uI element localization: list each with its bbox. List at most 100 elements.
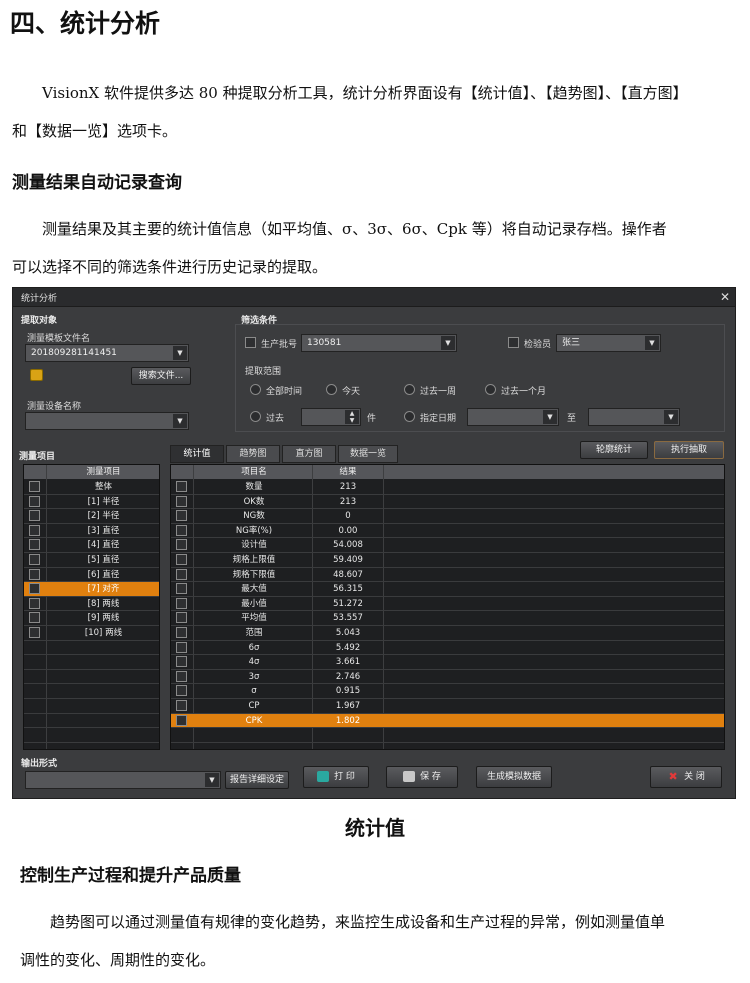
template-file-select[interactable]: 201809281141451 ▼ [25, 344, 189, 362]
chevron-down-icon[interactable]: ▼ [173, 414, 187, 428]
item-checkbox[interactable] [29, 627, 40, 638]
stat-checkbox[interactable] [176, 568, 187, 580]
print-button[interactable]: 打 印 [303, 766, 369, 788]
radio-specific-date[interactable] [404, 411, 415, 422]
stat-checkbox[interactable] [176, 597, 187, 609]
batch-select[interactable]: 130581 ▼ [301, 334, 457, 352]
output-format-select[interactable]: ▼ [25, 771, 221, 789]
close-button[interactable]: ✖ 关 闭 [650, 766, 722, 788]
stat-checkbox[interactable] [176, 670, 187, 682]
batch-checkbox[interactable] [245, 337, 256, 348]
save-button[interactable]: 保 存 [386, 766, 458, 788]
stat-checkbox[interactable] [176, 495, 187, 507]
tab-statistics[interactable]: 统计值 [170, 445, 224, 463]
stats-table-row[interactable]: CPK 1.802 [171, 713, 724, 729]
radio-today[interactable] [326, 384, 337, 395]
contour-stats-button[interactable]: 轮廓统计 [580, 441, 648, 459]
chevron-down-icon[interactable]: ▼ [173, 346, 187, 360]
radio-past-week[interactable] [404, 384, 415, 395]
items-table-row[interactable]: [2] 半径 [24, 509, 159, 524]
radio-all-time[interactable] [250, 384, 261, 395]
item-checkbox[interactable] [29, 597, 40, 609]
items-table-row[interactable]: [9] 两线 [24, 611, 159, 626]
stat-checkbox[interactable] [176, 524, 187, 536]
stat-checkbox[interactable] [176, 554, 187, 565]
items-table-row[interactable] [24, 670, 159, 685]
item-checkbox[interactable] [29, 481, 40, 492]
stats-table-row[interactable]: 平均值 53.557 [171, 611, 724, 626]
radio-past-count[interactable] [250, 411, 261, 422]
radio-past-month[interactable] [485, 384, 496, 395]
stats-table-row[interactable]: NG率(%) 0.00 [171, 524, 724, 539]
items-table-row[interactable] [24, 728, 159, 743]
stats-table-row[interactable]: 最小值 51.272 [171, 597, 724, 612]
chevron-down-icon[interactable]: ▼ [205, 773, 219, 787]
stat-checkbox[interactable] [176, 583, 187, 595]
item-checkbox[interactable] [29, 554, 40, 565]
chevron-down-icon[interactable]: ▼ [441, 336, 455, 350]
item-checkbox[interactable] [29, 612, 40, 624]
items-table-row[interactable] [24, 714, 159, 729]
device-name-select[interactable]: ▼ [25, 412, 189, 430]
items-table-row[interactable]: [1] 半径 [24, 495, 159, 510]
item-checkbox[interactable] [29, 524, 40, 536]
items-table-row[interactable]: [10] 两线 [24, 626, 159, 641]
stat-checkbox[interactable] [176, 481, 187, 492]
item-checkbox[interactable] [29, 510, 40, 522]
stats-table-row[interactable]: 设计值 54.008 [171, 538, 724, 553]
items-table-row[interactable]: [5] 直径 [24, 553, 159, 568]
item-checkbox[interactable] [29, 539, 40, 551]
generate-simulated-data-button[interactable]: 生成模拟数据 [476, 766, 552, 788]
tab-data-list[interactable]: 数据一览 [338, 445, 398, 463]
inspector-select[interactable]: 张三 ▼ [556, 334, 661, 352]
chevron-down-icon[interactable]: ▼ [645, 336, 659, 350]
chevron-down-icon[interactable]: ▼ [543, 410, 557, 424]
items-table-row[interactable]: [6] 直径 [24, 568, 159, 583]
items-table-row[interactable] [24, 684, 159, 699]
stat-checkbox[interactable] [176, 627, 187, 638]
stat-checkbox[interactable] [176, 656, 187, 668]
stats-table-row[interactable]: OK数 213 [171, 495, 724, 510]
stat-checkbox[interactable] [176, 641, 187, 653]
items-table-row[interactable]: [3] 直径 [24, 524, 159, 539]
items-table-row[interactable]: [7] 对齐 [24, 582, 159, 597]
stat-checkbox[interactable] [176, 539, 187, 551]
chevron-down-icon[interactable]: ▼ [664, 410, 678, 424]
report-settings-button[interactable]: 报告详细设定 [225, 771, 289, 789]
browse-file-button[interactable]: 搜索文件... [131, 367, 191, 385]
stat-checkbox[interactable] [176, 685, 187, 697]
stat-checkbox[interactable] [176, 714, 187, 726]
items-table-row[interactable]: 整体 [24, 480, 159, 495]
stats-table-row[interactable]: 最大值 56.315 [171, 582, 724, 597]
past-count-stepper[interactable]: ▲ ▼ [301, 408, 361, 426]
stat-checkbox[interactable] [176, 510, 187, 522]
stats-table-row[interactable]: 6σ 5.492 [171, 641, 724, 656]
stats-table-row[interactable]: 数量 213 [171, 480, 724, 495]
stats-table-row[interactable]: 规格下限值 48.607 [171, 568, 724, 583]
item-checkbox[interactable] [29, 568, 40, 580]
stats-table-row[interactable]: σ 0.915 [171, 684, 724, 699]
items-table-row[interactable] [24, 655, 159, 670]
items-table-row[interactable]: [4] 直径 [24, 538, 159, 553]
execute-extract-button[interactable]: 执行抽取 [654, 441, 724, 459]
tab-trend[interactable]: 趋势图 [226, 445, 280, 463]
window-close-icon[interactable]: ✕ [715, 290, 735, 304]
stats-table-row[interactable]: 3σ 2.746 [171, 670, 724, 685]
inspector-checkbox[interactable] [508, 337, 519, 348]
stat-checkbox[interactable] [176, 700, 187, 711]
stepper-arrows-icon[interactable]: ▲ ▼ [345, 410, 359, 424]
stats-table-row[interactable]: 范围 5.043 [171, 626, 724, 641]
tab-histogram[interactable]: 直方图 [282, 445, 336, 463]
stats-table-row[interactable]: NG数 0 [171, 509, 724, 524]
stats-table-row[interactable]: 规格上限值 59.409 [171, 553, 724, 568]
item-checkbox[interactable] [29, 495, 40, 507]
date-to-select[interactable]: ▼ [588, 408, 680, 426]
folder-icon[interactable] [30, 369, 43, 381]
stats-table-row[interactable]: 4σ 3.661 [171, 655, 724, 670]
items-table-row[interactable] [24, 641, 159, 656]
item-checkbox[interactable] [29, 583, 40, 595]
date-from-select[interactable]: ▼ [467, 408, 559, 426]
stat-checkbox[interactable] [176, 612, 187, 624]
items-table-row[interactable]: [8] 两线 [24, 597, 159, 612]
items-table-row[interactable] [24, 699, 159, 714]
